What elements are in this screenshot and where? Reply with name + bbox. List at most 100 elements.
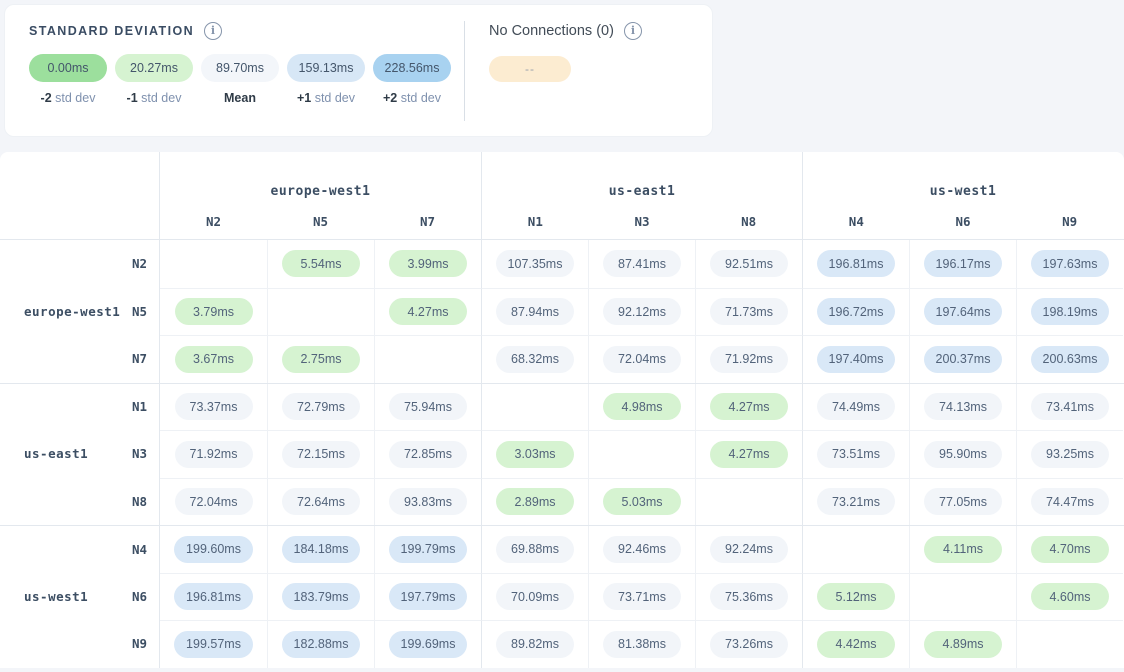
latency-cell: 89.82ms (481, 620, 588, 668)
latency-cell (802, 526, 909, 573)
latency-pill: 197.64ms (924, 298, 1003, 325)
no-connections-section: No Connections (0) i -- (465, 5, 642, 136)
table-row: N173.37ms72.79ms75.94ms4.98ms4.27ms74.49… (0, 383, 1124, 431)
no-connections-title-row: No Connections (0) i (489, 21, 642, 41)
latency-matrix: europe-west1N2N5N7us-east1N1N3N8us-west1… (0, 152, 1124, 668)
caption-bold: -2 (41, 91, 52, 105)
latency-cell: 197.64ms (909, 288, 1016, 336)
info-icon[interactable]: i (204, 22, 222, 40)
latency-pill: 92.51ms (710, 250, 788, 277)
latency-pill: 92.12ms (603, 298, 681, 325)
latency-pill: 92.24ms (710, 536, 788, 563)
row-node-label: N4 (132, 542, 147, 557)
latency-cell: 75.94ms (374, 384, 481, 431)
latency-cell: 200.63ms (1016, 335, 1123, 383)
latency-pill: 73.37ms (175, 393, 253, 420)
latency-cell: 200.37ms (909, 335, 1016, 383)
latency-cell (160, 240, 267, 288)
latency-cell: 199.57ms (160, 620, 267, 668)
latency-pill: 73.51ms (817, 441, 895, 468)
legend-caption: -1 std dev (115, 91, 193, 105)
std-dev-legend-section: STANDARD DEVIATION i 0.00ms20.27ms89.70m… (5, 5, 464, 136)
latency-pill: 68.32ms (496, 346, 574, 373)
latency-pill: 72.04ms (175, 488, 253, 515)
latency-pill: 73.21ms (817, 488, 895, 515)
latency-cell: 92.24ms (695, 526, 802, 573)
latency-cell: 196.81ms (802, 240, 909, 288)
latency-cell: 73.26ms (695, 620, 802, 668)
latency-cell: 70.09ms (481, 573, 588, 621)
latency-pill: 74.49ms (817, 393, 895, 420)
latency-pill: 4.60ms (1031, 583, 1109, 610)
table-row: N25.54ms3.99ms107.35ms87.41ms92.51ms196.… (0, 240, 1124, 288)
caption-bold: +1 (297, 91, 311, 105)
row-label-cell: N1 (0, 384, 160, 431)
latency-pill: 4.27ms (389, 298, 467, 325)
latency-pill: 75.36ms (710, 583, 788, 610)
latency-pill: 184.18ms (282, 536, 361, 563)
latency-cell: 197.79ms (374, 573, 481, 621)
legend-pills-row: 0.00ms20.27ms89.70ms159.13ms228.56ms (29, 54, 464, 82)
latency-pill: 2.89ms (496, 488, 574, 515)
latency-cell: 198.19ms (1016, 288, 1123, 336)
latency-pill: 72.15ms (282, 441, 360, 468)
latency-pill: 74.13ms (924, 393, 1002, 420)
latency-pill: 93.25ms (1031, 441, 1109, 468)
table-row: N4199.60ms184.18ms199.79ms69.88ms92.46ms… (0, 525, 1124, 573)
column-node-row: N2N5N7 (160, 214, 481, 232)
latency-cell: 107.35ms (481, 240, 588, 288)
latency-cell: 199.69ms (374, 620, 481, 668)
row-label-cell: N7 (0, 335, 160, 383)
row-node-label: N7 (132, 351, 147, 366)
latency-pill: 197.79ms (389, 583, 468, 610)
latency-cell: 69.88ms (481, 526, 588, 573)
caption-rest: std dev (138, 91, 182, 105)
column-region-label: europe-west1 (160, 184, 481, 202)
row-label-cell: N9 (0, 620, 160, 668)
latency-pill: 200.37ms (924, 346, 1003, 373)
latency-cell: 3.67ms (160, 335, 267, 383)
latency-pill: 5.54ms (282, 250, 360, 277)
latency-cell: 93.83ms (374, 478, 481, 526)
legend-caption: +1 std dev (287, 91, 365, 105)
column-node-label: N3 (589, 214, 696, 232)
latency-cell: 4.27ms (695, 430, 802, 478)
latency-pill: 69.88ms (496, 536, 574, 563)
caption-rest: std dev (311, 91, 355, 105)
latency-cell: 5.12ms (802, 573, 909, 621)
latency-cell (588, 430, 695, 478)
latency-pill: 199.79ms (389, 536, 468, 563)
row-region-label: europe-west1 (0, 304, 132, 319)
column-node-label: N8 (695, 214, 802, 232)
legend-caption: +2 std dev (373, 91, 451, 105)
latency-cell: 4.89ms (909, 620, 1016, 668)
latency-pill: 4.27ms (710, 441, 788, 468)
caption-rest: std dev (397, 91, 441, 105)
latency-cell: 75.36ms (695, 573, 802, 621)
legend-title-row: STANDARD DEVIATION i (29, 21, 464, 41)
latency-cell: 92.51ms (695, 240, 802, 288)
latency-pill: 5.03ms (603, 488, 681, 515)
latency-cell: 71.92ms (695, 335, 802, 383)
latency-pill: 89.82ms (496, 631, 574, 658)
latency-pill: 72.85ms (389, 441, 467, 468)
latency-cell: 4.70ms (1016, 526, 1123, 573)
latency-pill: 3.99ms (389, 250, 467, 277)
latency-cell: 2.89ms (481, 478, 588, 526)
latency-pill: 72.79ms (282, 393, 360, 420)
column-node-label: N6 (910, 214, 1017, 232)
legend-title: STANDARD DEVIATION (29, 24, 194, 38)
latency-cell: 199.60ms (160, 526, 267, 573)
row-node-label: N3 (132, 446, 147, 461)
latency-pill: 197.63ms (1031, 250, 1110, 277)
row-region-label: us-east1 (0, 446, 132, 461)
latency-cell: 73.51ms (802, 430, 909, 478)
latency-cell: 72.85ms (374, 430, 481, 478)
row-node-label: N6 (132, 589, 147, 604)
latency-cell: 5.54ms (267, 240, 374, 288)
info-icon[interactable]: i (624, 22, 642, 40)
latency-pill: 72.04ms (603, 346, 681, 373)
latency-cell: 72.04ms (588, 335, 695, 383)
latency-pill: 199.57ms (174, 631, 253, 658)
legend-pill: 159.13ms (287, 54, 365, 82)
